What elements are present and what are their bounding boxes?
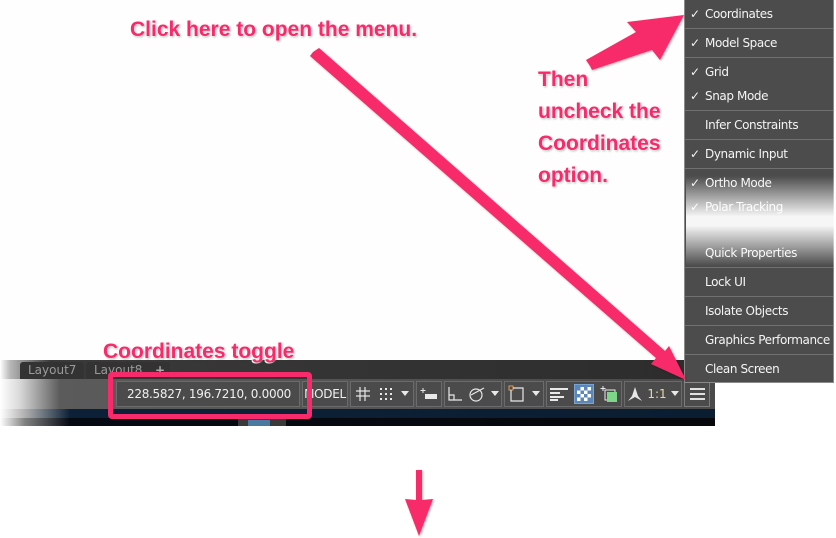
menu-item-label: Quick Properties	[705, 246, 797, 260]
menu-item-lock-ui[interactable]: Lock UI	[685, 268, 833, 296]
menu-item-label: Snap Mode	[705, 89, 769, 103]
menu-item-label: Graphics Performance	[705, 333, 830, 347]
isodraft-dropdown-icon[interactable]	[532, 391, 540, 397]
menu-item-clean-screen[interactable]: Clean Screen	[685, 355, 833, 383]
display-toggles-group	[546, 381, 622, 407]
annotation-visibility-icon[interactable]	[627, 386, 643, 402]
isodraft-group	[504, 381, 544, 407]
menu-item-polar-tracking[interactable]: ✓ Polar Tracking	[685, 193, 833, 221]
hamburger-icon-line	[689, 393, 705, 395]
isodraft-icon[interactable]	[508, 385, 526, 403]
menu-item-label: Lock UI	[705, 275, 746, 289]
coordinates-toggle-annotation: Coordinates toggle	[103, 340, 295, 363]
coordinates-highlight-box	[108, 372, 312, 419]
check-icon: ✓	[690, 200, 700, 214]
snap-dots-icon[interactable]	[379, 387, 393, 401]
check-icon: ✓	[690, 36, 700, 50]
menu-item-label: Clean Screen	[705, 362, 780, 376]
menu-item-coordinates[interactable]: ✓ Coordinates	[685, 0, 833, 28]
menu-item-label: Ortho Mode	[705, 176, 772, 190]
check-icon: ✓	[690, 7, 700, 21]
menu-item-infer-constraints[interactable]: Infer Constraints	[685, 111, 833, 139]
menu-item-isolate-objects[interactable]: Isolate Objects	[685, 297, 833, 325]
ortho-polar-group	[444, 381, 502, 407]
transparency-icon[interactable]	[574, 384, 594, 404]
grid-icon[interactable]	[355, 386, 371, 402]
menu-item-dynamic-input[interactable]: ✓ Dynamic Input	[685, 140, 833, 168]
taskbar-app-icon	[248, 420, 270, 426]
annotation-line: Then	[538, 68, 589, 91]
snap-dropdown-icon[interactable]	[401, 391, 409, 397]
annotation-scale-label[interactable]: 1:1	[647, 382, 666, 406]
grid-snap-group	[350, 381, 414, 407]
menu-item-label: Infer Constraints	[705, 118, 799, 132]
menu-item-snap-mode[interactable]: ✓ Snap Mode	[685, 82, 833, 110]
menu-item-label: Dynamic Input	[705, 147, 788, 161]
uncheck-coordinates-annotation: Then uncheck the Coordinates option.	[538, 64, 698, 192]
taskbar-app-button[interactable]	[238, 418, 286, 426]
menu-item-model-space[interactable]: ✓ Model Space	[685, 29, 833, 57]
menu-item-label: Coordinates	[705, 7, 773, 21]
polar-dropdown-icon[interactable]	[490, 391, 499, 397]
customization-menu: ✓ Coordinates ✓ Model Space ✓ Grid ✓ Snap Mo…	[684, 0, 834, 383]
tab-layout7[interactable]: Layout7	[20, 362, 84, 379]
customization-menu-button[interactable]	[684, 381, 710, 407]
down-arrow-icon	[405, 470, 433, 536]
infer-constraints-icon	[420, 387, 438, 401]
lineweight-icon[interactable]	[550, 387, 568, 401]
annotation-line: option.	[538, 164, 608, 187]
scale-dropdown-icon[interactable]	[670, 391, 679, 397]
click-here-annotation: Click here to open the menu.	[130, 18, 418, 41]
ortho-icon[interactable]	[447, 386, 463, 402]
infer-constraints-button[interactable]	[416, 381, 442, 407]
annotation-scale-group: 1:1	[624, 381, 682, 407]
menu-item-label: Isolate Objects	[705, 304, 789, 318]
hamburger-icon-line	[689, 388, 705, 390]
menu-item-quick-properties[interactable]: Quick Properties	[685, 239, 833, 267]
annotation-line: uncheck the	[538, 100, 661, 123]
menu-item-label: Model Space	[705, 36, 778, 50]
menu-item-label: Polar Tracking	[705, 200, 783, 214]
menu-item-label: Grid	[705, 65, 729, 79]
menu-item-graphics-performance[interactable]: Graphics Performance	[685, 326, 833, 354]
taskbar	[0, 418, 715, 426]
annotation-line: Coordinates	[538, 132, 661, 155]
hamburger-icon-line	[689, 398, 705, 400]
selection-cycling-icon[interactable]	[600, 385, 618, 403]
polar-tracking-icon[interactable]	[468, 386, 486, 402]
